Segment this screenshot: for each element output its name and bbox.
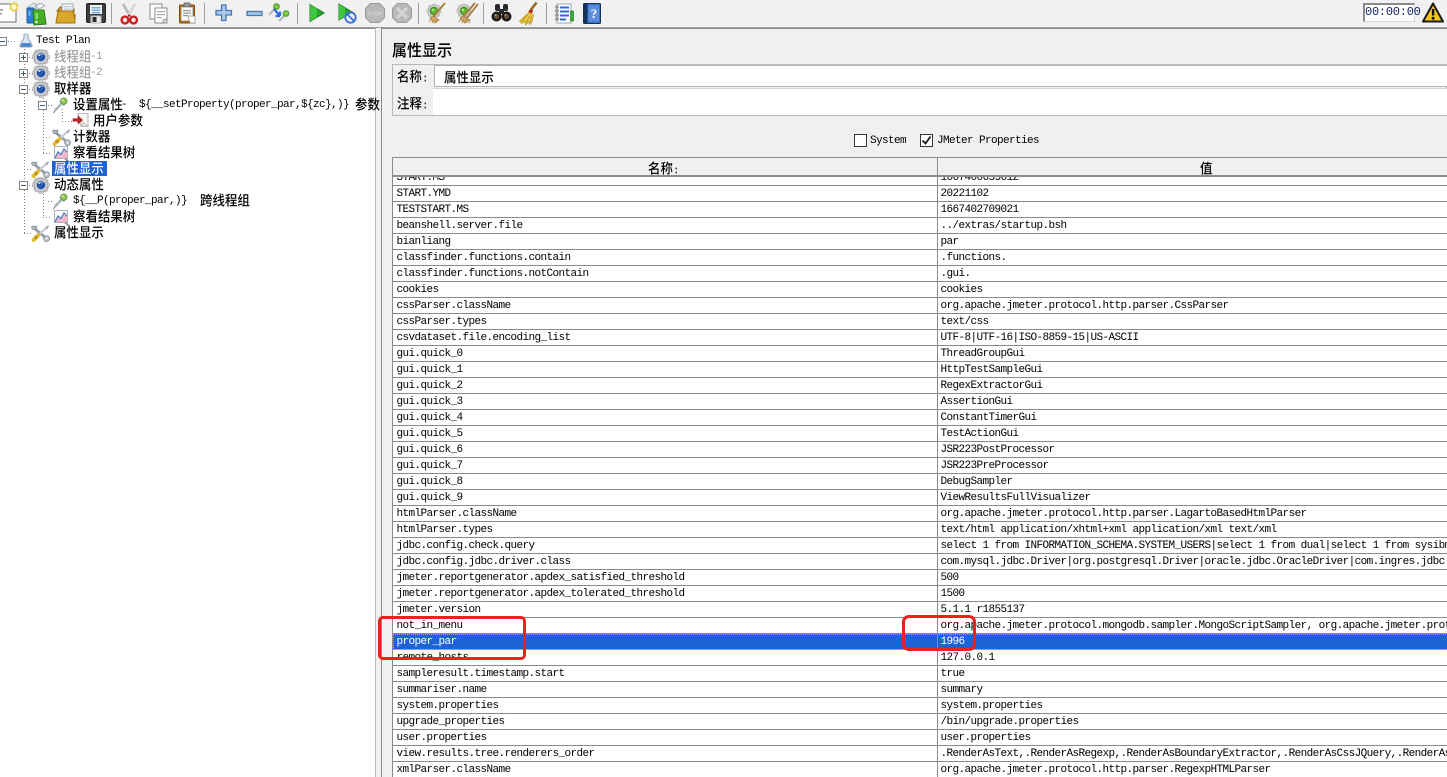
svg-text:STOP: STOP [367, 12, 382, 18]
svg-text:?: ? [591, 6, 598, 21]
